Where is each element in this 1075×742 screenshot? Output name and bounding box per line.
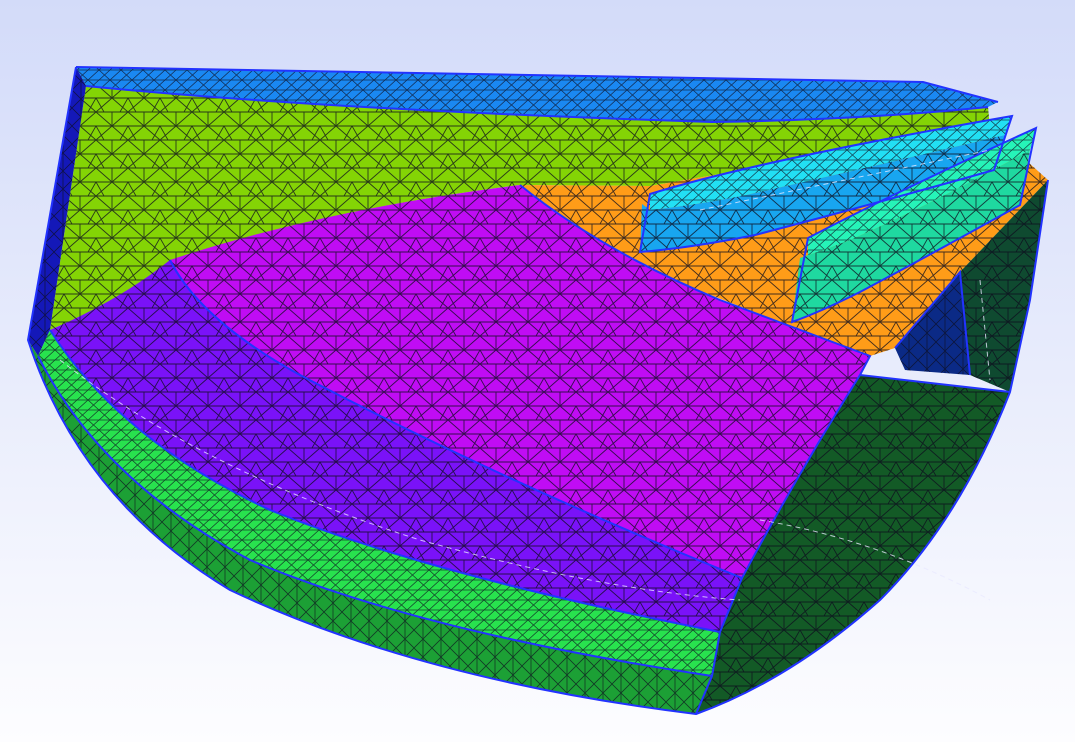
mesh-scene-canvas[interactable] xyxy=(0,0,1075,742)
mesh-3d-viewport[interactable] xyxy=(0,0,1075,742)
